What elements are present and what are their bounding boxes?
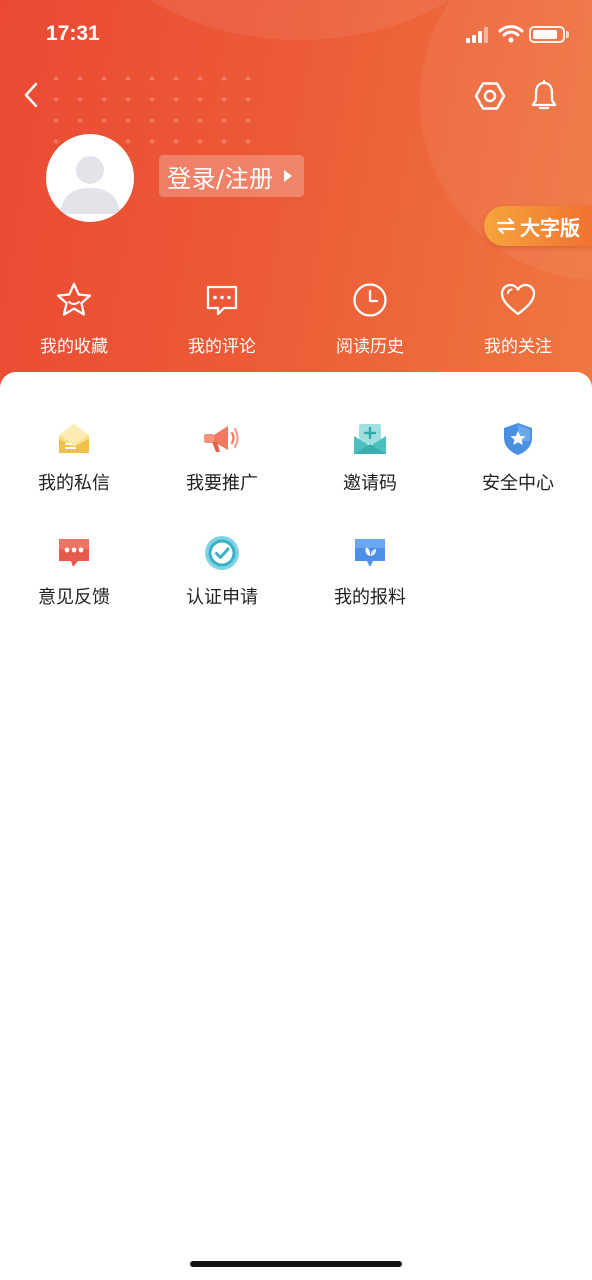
services-row: 意见反馈 认证申请 我的报料 xyxy=(0,533,592,609)
service-label: 邀请码 xyxy=(343,473,397,494)
status-time: 17:31 xyxy=(46,22,100,45)
star-icon xyxy=(56,282,92,316)
caret-right-icon xyxy=(283,170,292,182)
quick-action-label: 阅读历史 xyxy=(336,337,404,357)
envelope-icon xyxy=(59,424,89,453)
invite-icon xyxy=(354,424,386,454)
service-news-tip[interactable]: 我的报料 xyxy=(296,533,444,609)
service-label: 意见反馈 xyxy=(38,587,110,608)
swap-arrows-icon xyxy=(496,217,516,235)
gear-icon xyxy=(474,82,506,110)
feedback-icon xyxy=(59,539,89,567)
back-button[interactable] xyxy=(14,78,48,112)
service-private-messages[interactable]: 我的私信 xyxy=(0,419,148,495)
shield-icon xyxy=(504,423,532,455)
home-indicator[interactable] xyxy=(190,1261,402,1267)
clock-icon xyxy=(353,283,387,317)
quick-action-favorites[interactable]: 我的收藏 xyxy=(0,280,148,370)
battery-icon xyxy=(529,26,565,43)
service-label: 我的报料 xyxy=(334,587,406,608)
quick-action-label: 我的收藏 xyxy=(40,337,108,357)
service-feedback[interactable]: 意见反馈 xyxy=(0,533,148,609)
user-icon xyxy=(60,156,120,214)
large-font-mode-button[interactable]: 大字版 xyxy=(484,206,592,246)
services-row: 我的私信 我要推广 邀请码 安全中心 xyxy=(0,419,592,495)
service-security-center[interactable]: 安全中心 xyxy=(444,419,592,495)
service-label: 安全中心 xyxy=(482,473,554,494)
verified-icon xyxy=(205,536,239,570)
avatar[interactable] xyxy=(46,134,134,222)
comment-icon xyxy=(206,285,238,316)
heart-icon xyxy=(500,283,536,316)
service-label: 我的私信 xyxy=(38,473,110,494)
service-verification[interactable]: 认证申请 xyxy=(148,533,296,609)
notifications-button[interactable] xyxy=(526,78,562,114)
service-invite-code[interactable]: 邀请码 xyxy=(296,419,444,495)
login-register-label: 登录/注册 xyxy=(167,164,274,193)
profile-header: 17:31 登录/注册 大字版 我的收藏 我的评论 阅读历史 我的关注 xyxy=(0,0,592,400)
large-font-mode-label: 大字版 xyxy=(520,215,580,240)
login-register-button[interactable]: 登录/注册 xyxy=(159,155,304,197)
battery-cap xyxy=(566,31,569,38)
quick-action-comments[interactable]: 我的评论 xyxy=(148,280,296,370)
wifi-icon xyxy=(498,25,524,43)
status-bar: 17:31 xyxy=(0,0,592,70)
service-promotion[interactable]: 我要推广 xyxy=(148,419,296,495)
megaphone-icon xyxy=(204,426,239,452)
settings-button[interactable] xyxy=(472,78,508,114)
quick-action-label: 我的关注 xyxy=(484,337,552,357)
quick-actions-bar: 我的收藏 我的评论 阅读历史 我的关注 xyxy=(0,280,592,370)
quick-action-following[interactable]: 我的关注 xyxy=(444,280,592,370)
report-icon xyxy=(355,539,385,567)
services-card: 我的私信 我要推广 邀请码 安全中心 意见反馈 认证申请 我的报料 xyxy=(0,372,592,1280)
service-label: 我要推广 xyxy=(186,473,258,494)
quick-action-history[interactable]: 阅读历史 xyxy=(296,280,444,370)
signal-icon xyxy=(466,27,488,43)
quick-action-label: 我的评论 xyxy=(188,337,256,357)
chevron-left-icon xyxy=(24,82,38,108)
service-label: 认证申请 xyxy=(186,587,258,608)
bell-icon xyxy=(531,80,557,110)
